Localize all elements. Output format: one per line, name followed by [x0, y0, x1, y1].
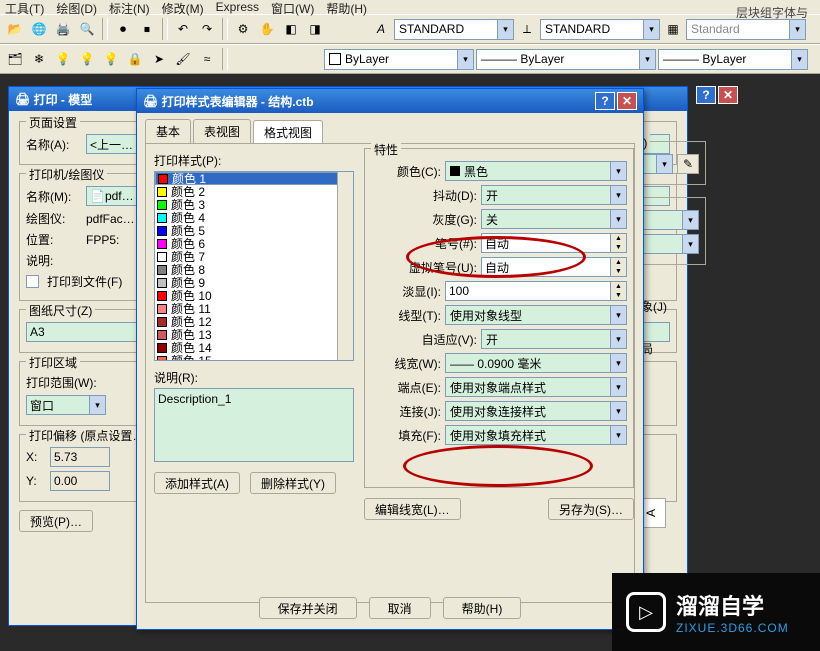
- menu-draw[interactable]: 绘图(D): [56, 0, 97, 14]
- lock-icon[interactable]: 🔒: [124, 48, 146, 70]
- toolbar-row-2: 🗂 ❄ 💡 💡 💡 🔒 ➤ 🖌 ≈ ByLayer ——— ByLayer ——…: [0, 44, 820, 74]
- open-icon[interactable]: 📂: [4, 18, 26, 40]
- brand-watermark: ▷ 溜溜自学 ZIXUE.3D66.COM: [612, 573, 820, 651]
- editor-close-winbtn[interactable]: ✕: [617, 92, 637, 110]
- plot-title: 打印 - 模型: [34, 91, 93, 108]
- extra1-icon[interactable]: ◧: [280, 18, 302, 40]
- freeze-icon[interactable]: ❄: [28, 48, 50, 70]
- tool-icon[interactable]: ⚙: [232, 18, 254, 40]
- tab-panel: 打印样式(P): 颜色 1颜色 2颜色 3颜色 4颜色 5颜色 6颜色 7颜色 …: [145, 143, 635, 603]
- tablestyle-icon[interactable]: ▦: [662, 18, 684, 40]
- pick-icon[interactable]: ➤: [148, 48, 170, 70]
- lineweight-combo[interactable]: ——— ByLayer: [658, 49, 808, 70]
- layer-icon[interactable]: 🗂: [4, 48, 26, 70]
- tablestyle-combo[interactable]: Standard: [686, 19, 806, 40]
- description-box[interactable]: Description_1: [154, 388, 354, 462]
- color-combo[interactable]: ByLayer: [324, 49, 474, 70]
- bulb2-icon[interactable]: 💡: [76, 48, 98, 70]
- linetype-select[interactable]: 使用对象线型: [445, 305, 627, 325]
- style-item[interactable]: 颜色 1: [155, 172, 353, 185]
- save-as-button[interactable]: 另存为(S)…: [548, 498, 634, 520]
- tab-basic[interactable]: 基本: [145, 119, 191, 143]
- menu-help[interactable]: 帮助(H): [326, 0, 367, 14]
- lineweight-select[interactable]: —— 0.0900 毫米: [445, 353, 627, 373]
- vpen-spin[interactable]: 自动▲▼: [481, 257, 627, 277]
- brush-icon[interactable]: 🖌: [172, 48, 194, 70]
- toolbar-row-1: 📂 🌐 🖨️ 🔍 ⏺ ⏹ ↶ ↷ ⚙ ✋ ◧ ◨ A STANDARD ⟂ ST…: [0, 14, 820, 44]
- endcap-select[interactable]: 使用对象端点样式: [445, 377, 627, 397]
- extra2-icon[interactable]: ◨: [304, 18, 326, 40]
- plot-title-icon: 🖨: [15, 92, 30, 106]
- save-close-button[interactable]: 保存并关闭: [259, 597, 357, 619]
- linetype-combo[interactable]: ——— ByLayer: [476, 49, 656, 70]
- join-select[interactable]: 使用对象连接样式: [445, 401, 627, 421]
- red-icon[interactable]: ⏺: [112, 18, 134, 40]
- editor-title: 打印样式表编辑器 - 结构.ctb: [162, 93, 314, 110]
- print-icon[interactable]: 🖨️: [52, 18, 74, 40]
- fill-select[interactable]: 使用对象填充样式: [445, 425, 627, 445]
- dimstyle-icon[interactable]: ⟂: [516, 18, 538, 40]
- help-button[interactable]: 帮助(H): [443, 597, 522, 619]
- pan-icon[interactable]: ✋: [256, 18, 278, 40]
- scrollbar[interactable]: [337, 172, 353, 360]
- menu-modify[interactable]: 修改(M): [162, 0, 204, 14]
- offset-y[interactable]: 0.00: [50, 471, 110, 491]
- match-icon[interactable]: ≈: [196, 48, 218, 70]
- help-winbtn[interactable]: ?: [696, 86, 716, 104]
- delete-style-button[interactable]: 删除样式(Y): [250, 472, 336, 494]
- close-winbtn[interactable]: ✕: [718, 86, 738, 104]
- styles-label: 打印样式(P):: [154, 152, 354, 169]
- menu-express[interactable]: Express: [216, 0, 259, 14]
- dither-select[interactable]: 开: [481, 185, 627, 205]
- pen-spin[interactable]: 自动▲▼: [481, 233, 627, 253]
- add-style-button[interactable]: 添加样式(A): [154, 472, 240, 494]
- editor-help-winbtn[interactable]: ?: [595, 92, 615, 110]
- globe-icon[interactable]: 🌐: [28, 18, 50, 40]
- editor-tabs: 基本 表视图 格式视图: [145, 119, 635, 143]
- tab-format[interactable]: 格式视图: [253, 120, 323, 144]
- textstyle-icon[interactable]: A: [370, 18, 392, 40]
- play-icon: ▷: [626, 592, 666, 632]
- tab-table[interactable]: 表视图: [193, 119, 251, 143]
- adapt-select[interactable]: 开: [481, 329, 627, 349]
- bulb3-icon[interactable]: 💡: [100, 48, 122, 70]
- screen-spin[interactable]: 100▲▼: [445, 281, 627, 301]
- style-listbox[interactable]: 颜色 1颜色 2颜色 3颜色 4颜色 5颜色 6颜色 7颜色 8颜色 9颜色 1…: [154, 171, 354, 361]
- preview-button[interactable]: 预览(P)…: [19, 510, 93, 532]
- redo-icon[interactable]: ↷: [196, 18, 218, 40]
- cancel-button[interactable]: 取消: [369, 597, 431, 619]
- bulb1-icon[interactable]: 💡: [52, 48, 74, 70]
- textstyle-combo[interactable]: STANDARD: [394, 19, 514, 40]
- gray-select[interactable]: 关: [481, 209, 627, 229]
- undo-icon[interactable]: ↶: [172, 18, 194, 40]
- edit-icon[interactable]: ✎: [677, 154, 699, 174]
- plotstyle-editor-window: 🖨 打印样式表编辑器 - 结构.ctb ?✕ 基本 表视图 格式视图 打印样式(…: [136, 88, 644, 630]
- color-select[interactable]: 黑色: [445, 161, 627, 181]
- menu-bar: 工具(T) 绘图(D) 标注(N) 修改(M) Express 窗口(W) 帮助…: [0, 0, 820, 14]
- plot-range[interactable]: 窗口: [26, 395, 106, 415]
- plot-to-file-checkbox[interactable]: [26, 275, 39, 288]
- menu-tools[interactable]: 工具(T): [5, 0, 44, 14]
- style-item[interactable]: 颜色 15: [155, 354, 353, 361]
- menu-window[interactable]: 窗口(W): [271, 0, 314, 14]
- editor-titlebar[interactable]: 🖨 打印样式表编辑器 - 结构.ctb ?✕: [137, 89, 643, 113]
- blue-icon[interactable]: ⏹: [136, 18, 158, 40]
- menu-annotate[interactable]: 标注(N): [109, 0, 150, 14]
- edit-lineweight-button[interactable]: 编辑线宽(L)…: [364, 498, 461, 520]
- properties-group: 特性 颜色(C):黑色 抖动(D):开 灰度(G):关 笔号(#):自动▲▼ 虚…: [364, 148, 634, 488]
- dimstyle-combo[interactable]: STANDARD: [540, 19, 660, 40]
- offset-x[interactable]: 5.73: [50, 447, 110, 467]
- desc-label: 说明(R):: [154, 369, 354, 386]
- editor-title-icon: 🖨: [143, 94, 158, 108]
- preview-icon[interactable]: 🔍: [76, 18, 98, 40]
